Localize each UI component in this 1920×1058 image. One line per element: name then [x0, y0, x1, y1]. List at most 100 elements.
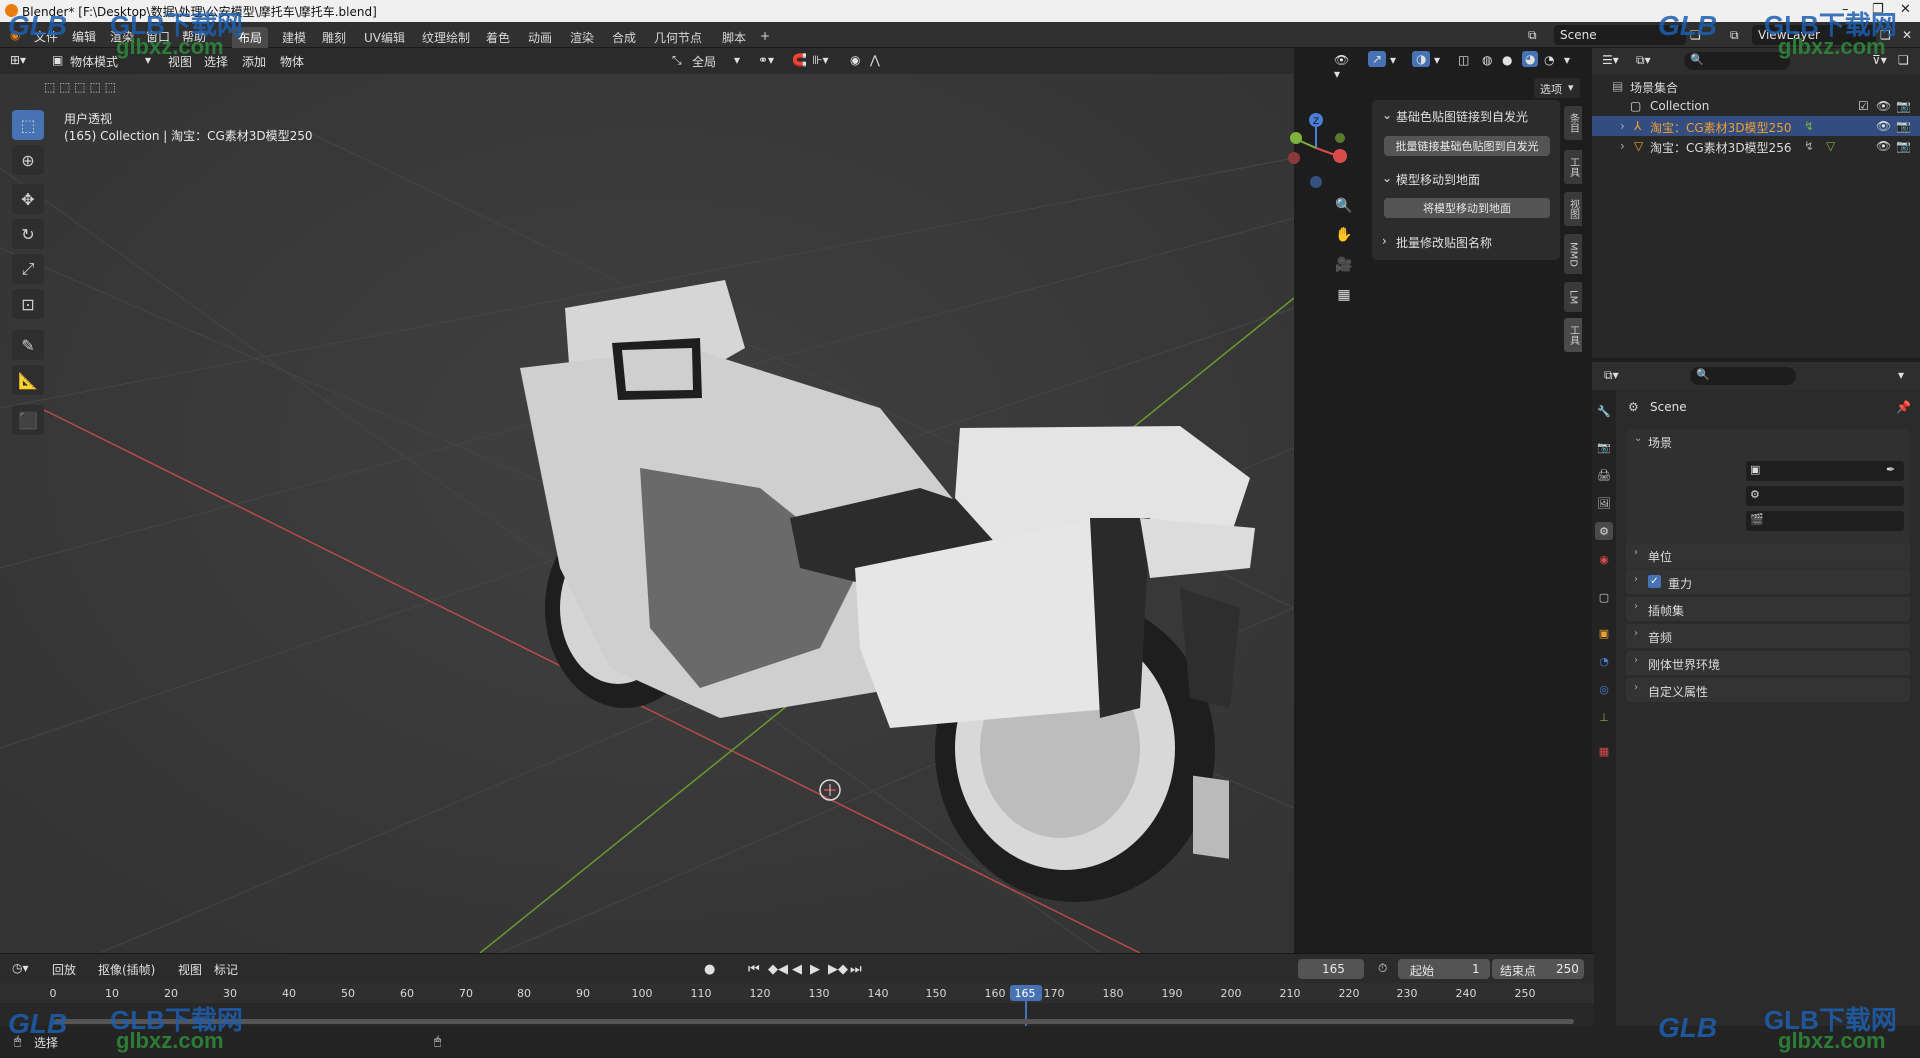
modifier-tab-icon[interactable]: ◔: [1595, 652, 1613, 670]
output-tab-icon[interactable]: 🖨: [1595, 466, 1613, 484]
move-tool[interactable]: ✥: [12, 184, 44, 214]
gravity-checkbox[interactable]: ✓: [1648, 575, 1661, 588]
world-tab-icon[interactable]: ◉: [1595, 550, 1613, 568]
timeline-editor-icon[interactable]: ◷▾: [12, 961, 29, 975]
tab-geometry-nodes[interactable]: 几何节点: [648, 27, 708, 48]
expand-chevron-icon[interactable]: ›: [1620, 139, 1625, 153]
outliner-search-input[interactable]: 🔍: [1684, 52, 1790, 70]
sidebar-tab-tools-active[interactable]: 工具: [1564, 318, 1582, 352]
editor-type-icon[interactable]: ⊞▾: [10, 53, 26, 67]
shading-chevron-icon[interactable]: ▾: [1564, 53, 1570, 67]
expand-chevron-icon[interactable]: ›: [1620, 119, 1625, 133]
tab-animation[interactable]: 动画: [522, 27, 558, 48]
custom-properties-section[interactable]: › 自定义属性: [1626, 678, 1910, 702]
properties-editor-icon[interactable]: ⧉▾: [1604, 368, 1619, 383]
sidebar-tab-mmd[interactable]: MMD: [1564, 234, 1582, 274]
texture-tab-icon[interactable]: ▦: [1595, 742, 1613, 760]
sidebar-tab-item[interactable]: 条目: [1564, 106, 1582, 140]
tab-rendering[interactable]: 渲染: [564, 27, 600, 48]
stopwatch-icon[interactable]: ⏱: [1378, 961, 1387, 976]
section3-title[interactable]: 批量修改贴图名称: [1396, 234, 1492, 251]
next-keyframe-icon[interactable]: ▶◆: [828, 962, 848, 977]
object-250-eye-icon[interactable]: 👁: [1876, 119, 1891, 133]
xray-icon[interactable]: ◫: [1458, 53, 1469, 67]
3d-viewport[interactable]: [0, 48, 1294, 953]
snap-target-icon[interactable]: ⊪▾: [812, 53, 828, 67]
scale-tool[interactable]: ⤢: [12, 254, 44, 284]
snap-icon[interactable]: 🧲: [792, 53, 807, 67]
zoom-icon[interactable]: 🔍: [1332, 194, 1356, 218]
timeline-menu-playback[interactable]: 回放: [52, 961, 76, 978]
remove-view-layer-icon[interactable]: ✕: [1902, 28, 1912, 42]
section2-chevron-icon[interactable]: ⌄: [1382, 171, 1392, 185]
select-box-tool[interactable]: ⬚: [12, 110, 44, 140]
object-tab-icon[interactable]: ▣: [1595, 624, 1613, 642]
navigation-gizmo[interactable]: Z: [1276, 108, 1356, 198]
tab-uv-editing[interactable]: UV编辑: [358, 27, 411, 48]
properties-options-chevron-icon[interactable]: ▾: [1898, 368, 1904, 382]
menu-object[interactable]: 物体: [280, 53, 304, 70]
gizmo-chevron-icon[interactable]: ▾: [1390, 53, 1396, 67]
tab-shading[interactable]: 着色: [480, 27, 516, 48]
collection-checkbox-icon[interactable]: ☑: [1858, 99, 1869, 113]
options-button[interactable]: 选项 ▾: [1534, 78, 1580, 98]
move-model-to-ground-button[interactable]: 将模型移动到地面: [1384, 198, 1550, 218]
gravity-section[interactable]: › ✓ 重力: [1626, 570, 1910, 594]
tab-modeling[interactable]: 建模: [276, 27, 312, 48]
rigid-body-world-section[interactable]: › 刚体世界环境: [1626, 651, 1910, 675]
scene-selector-icon[interactable]: ⧉: [1528, 28, 1537, 43]
perspective-grid-icon[interactable]: ▦: [1332, 283, 1356, 307]
start-frame-field[interactable]: 起始 1: [1398, 959, 1490, 979]
outliner-display-mode-icon[interactable]: ⧉▾: [1636, 53, 1651, 68]
timeline-menu-marker[interactable]: 标记: [214, 961, 238, 978]
collection-eye-icon[interactable]: 👁: [1876, 99, 1891, 113]
proportional-edit-icon[interactable]: ◉: [850, 53, 860, 67]
new-collection-icon[interactable]: ❏: [1898, 53, 1909, 67]
scene-tab-icon[interactable]: ⚙: [1595, 522, 1613, 540]
sidebar-tab-tool[interactable]: 工具: [1564, 150, 1582, 184]
tab-sculpt[interactable]: 雕刻: [316, 27, 352, 48]
jump-start-icon[interactable]: ⏮: [748, 962, 760, 977]
outliner-row-scene-collection[interactable]: ▤ 场景集合: [1592, 76, 1920, 96]
view-layer-icon[interactable]: ⧉: [1730, 28, 1739, 43]
camera-view-icon[interactable]: 🎥: [1332, 253, 1356, 277]
jump-end-icon[interactable]: ⏭: [850, 962, 862, 977]
units-section[interactable]: › 单位: [1626, 543, 1910, 567]
outliner-row-collection[interactable]: ▢ Collection ☑ 👁 📷: [1592, 96, 1920, 116]
tab-texture-paint[interactable]: 纹理绘制: [416, 27, 476, 48]
prev-keyframe-icon[interactable]: ◆◀: [768, 962, 788, 977]
menu-edit[interactable]: 编辑: [72, 28, 96, 45]
link-base-color-emission-button[interactable]: 批量链接基础色贴图到自发光: [1384, 136, 1550, 156]
physics-tab-icon[interactable]: ◎: [1595, 680, 1613, 698]
transform-orientation-dropdown[interactable]: 全局: [692, 53, 716, 70]
select-mode-icons[interactable]: ⬚ ⬚ ⬚ ⬚ ⬚: [44, 80, 116, 94]
outliner-row-object-250[interactable]: › ⅄ 淘宝：CG素材3D模型250 ↯ 👁 📷: [1592, 116, 1920, 136]
falloff-icon[interactable]: ⋀: [870, 53, 880, 67]
sidebar-tab-lm[interactable]: LM: [1564, 282, 1582, 312]
menu-add[interactable]: 添加: [242, 53, 266, 70]
collection-tab-icon[interactable]: ▢: [1595, 588, 1613, 606]
rendered-shading-icon[interactable]: ◔: [1544, 53, 1554, 67]
section3-chevron-icon[interactable]: ›: [1382, 234, 1387, 248]
camera-field[interactable]: ▣ ✒: [1746, 461, 1904, 481]
constraints-tab-icon[interactable]: ⊥: [1595, 708, 1613, 726]
section2-title[interactable]: 模型移动到地面: [1396, 171, 1480, 188]
section1-title[interactable]: 基础色贴图链接到自发光: [1396, 108, 1528, 125]
play-icon[interactable]: ▶: [810, 962, 820, 977]
end-frame-field[interactable]: 结束点 250: [1492, 959, 1584, 979]
close-icon[interactable]: ✕: [1900, 2, 1911, 17]
scene-panel-title[interactable]: 场景: [1648, 434, 1672, 451]
outliner-row-object-256[interactable]: › ▽ 淘宝：CG素材3D模型256 ↯ ▽ 👁 📷: [1592, 136, 1920, 156]
measure-tool[interactable]: 📐: [12, 365, 44, 395]
pan-hand-icon[interactable]: ✋: [1332, 223, 1356, 247]
cursor-tool[interactable]: ⊕: [12, 145, 44, 175]
section1-chevron-icon[interactable]: ⌄: [1382, 108, 1392, 122]
material-shading-icon[interactable]: ◕: [1522, 51, 1539, 67]
current-frame-field[interactable]: 165: [1298, 959, 1364, 979]
eyedropper-icon[interactable]: ✒: [1886, 463, 1895, 476]
object-250-camera-icon[interactable]: 📷: [1896, 119, 1911, 133]
transform-tool[interactable]: ⊡: [12, 289, 44, 319]
play-reverse-icon[interactable]: ◀: [792, 962, 802, 977]
rotate-tool[interactable]: ↻: [12, 219, 44, 249]
active-clip-field[interactable]: 🎬: [1746, 511, 1904, 531]
